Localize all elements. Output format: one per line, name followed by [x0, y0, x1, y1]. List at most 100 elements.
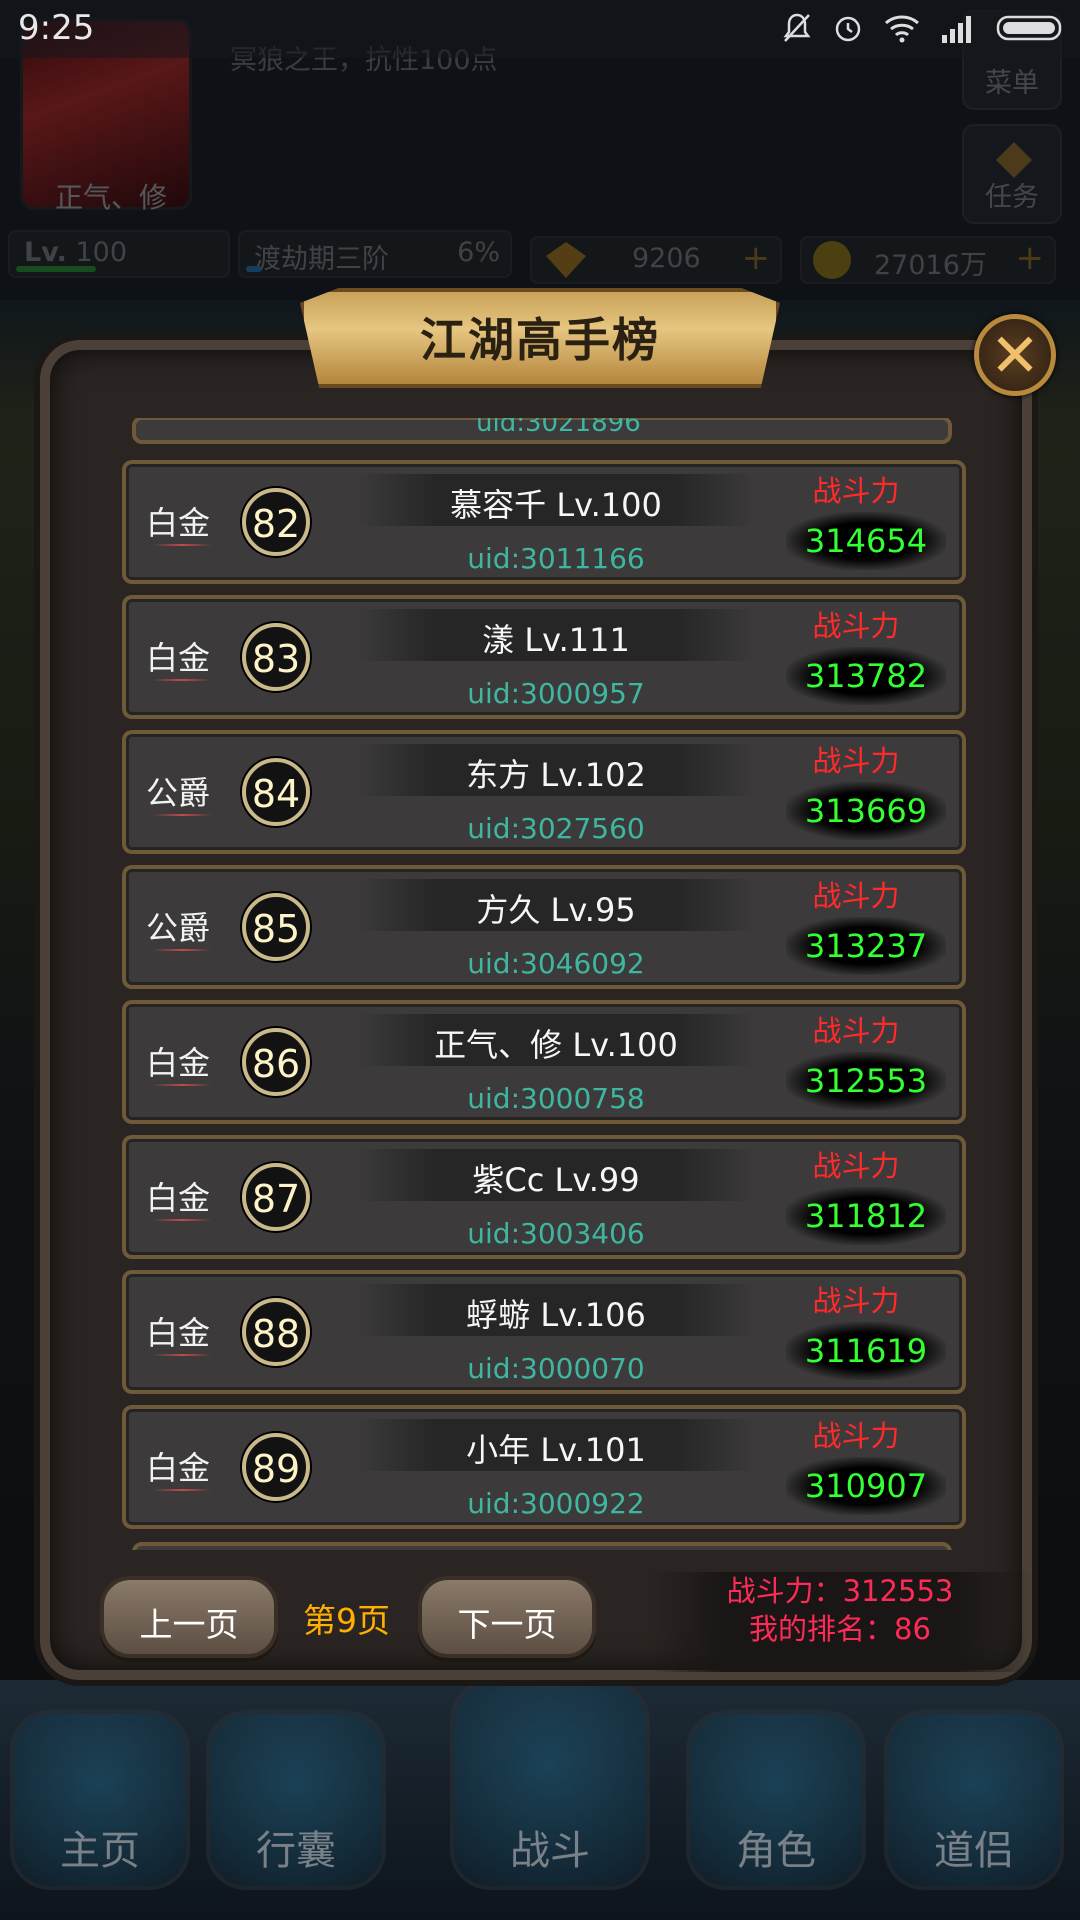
row-power: 312553 — [804, 1062, 928, 1100]
my-stats: 战斗力：312553 我的排名：86 — [650, 1572, 1030, 1672]
leaderboard-row[interactable]: 白金 88 蜉蝣 Lv.106 uid:3000070 战斗力 311619 — [122, 1270, 966, 1394]
bottom-nav: 主页 行囊 战斗 角色 道侣 — [0, 1680, 1080, 1920]
power-box: 310907 — [786, 1457, 946, 1515]
row-power: 311812 — [804, 1197, 928, 1235]
rank-badge: 88 — [242, 1298, 310, 1366]
power-box: 311812 — [786, 1187, 946, 1245]
nav-home[interactable]: 主页 — [10, 1710, 190, 1890]
partial-row-bottom — [132, 1542, 952, 1550]
wifi-icon — [884, 13, 920, 47]
row-tier: 公爵 — [146, 774, 211, 812]
power-label: 战斗力 — [812, 1419, 900, 1453]
row-tier: 白金 — [146, 1314, 211, 1352]
row-rank: 83 — [251, 637, 301, 681]
row-power: 310907 — [804, 1467, 928, 1505]
row-tier: 白金 — [146, 1179, 211, 1217]
leaderboard-row[interactable]: 公爵 84 东方 Lv.102 uid:3027560 战斗力 313669 — [122, 730, 966, 854]
row-name: 漾 Lv.111 — [482, 621, 630, 659]
leaderboard-list[interactable]: uid:3021896 白金 82 慕容千 Lv.100 uid:3011166 战斗力… — [120, 418, 968, 1550]
name-box: 正气、修 Lv.100 — [356, 1014, 756, 1066]
row-power: 311619 — [804, 1332, 928, 1370]
leaderboard-row[interactable]: 白金 82 慕容千 Lv.100 uid:3011166 战斗力 314654 — [122, 460, 966, 584]
name-box: 方久 Lv.95 — [356, 879, 756, 931]
my-rank: 我的排名：86 — [749, 1612, 931, 1646]
leaderboard-row[interactable]: 白金 89 小年 Lv.101 uid:3000922 战斗力 310907 — [122, 1405, 966, 1529]
row-uid: uid:3027560 — [467, 812, 645, 845]
partial-row-uid: uid:3021896 — [476, 418, 641, 438]
name-box: 漾 Lv.111 — [356, 609, 756, 661]
status-icons — [782, 12, 1066, 48]
row-name: 正气、修 Lv.100 — [434, 1026, 678, 1064]
close-button[interactable]: ✕ — [974, 314, 1056, 396]
power-box: 311619 — [786, 1322, 946, 1380]
rank-badge: 87 — [242, 1163, 310, 1231]
row-rank: 88 — [251, 1312, 301, 1356]
row-name: 慕容千 Lv.100 — [450, 486, 662, 524]
row-name: 小年 Lv.101 — [466, 1431, 646, 1469]
leaderboard-title: 江湖高手榜 — [420, 313, 660, 367]
power-box: 313669 — [786, 782, 946, 840]
power-label: 战斗力 — [812, 1149, 900, 1183]
row-name: 东方 Lv.102 — [466, 756, 646, 794]
row-rank: 85 — [251, 907, 301, 951]
row-name: 方久 Lv.95 — [476, 891, 636, 929]
power-box: 314654 — [786, 512, 946, 570]
name-box: 小年 Lv.101 — [356, 1419, 756, 1471]
alarm-icon — [832, 12, 864, 48]
tier-underline — [152, 1489, 212, 1491]
row-tier: 公爵 — [146, 909, 211, 947]
power-box: 313237 — [786, 917, 946, 975]
rank-badge: 89 — [242, 1433, 310, 1501]
row-tier: 白金 — [146, 1449, 211, 1487]
tier-underline — [152, 814, 212, 816]
name-box: 慕容千 Lv.100 — [356, 474, 756, 526]
row-rank: 82 — [251, 502, 301, 546]
status-bar: 9:25 — [0, 0, 1080, 58]
row-power: 313669 — [804, 792, 928, 830]
power-label: 战斗力 — [812, 1014, 900, 1048]
row-tier: 白金 — [146, 1044, 211, 1082]
leaderboard-row[interactable]: 白金 86 正气、修 Lv.100 uid:3000758 战斗力 312553 — [122, 1000, 966, 1124]
row-uid: uid:3011166 — [467, 542, 645, 575]
leaderboard-row[interactable]: 白金 87 紫Cc Lv.99 uid:3003406 战斗力 311812 — [122, 1135, 966, 1259]
row-uid: uid:3046092 — [467, 947, 645, 980]
nav-home-label: 主页 — [60, 1828, 140, 1874]
game-screen: 正气、修 冥狼之王，抗性100点 菜单 任务 Lv. 100 渡劫期三阶 6% … — [0, 0, 1080, 1920]
name-box: 东方 Lv.102 — [356, 744, 756, 796]
row-uid: uid:3000758 — [467, 1082, 645, 1115]
row-uid: uid:3000070 — [467, 1352, 645, 1385]
battery-icon — [996, 13, 1066, 47]
nav-role[interactable]: 角色 — [686, 1710, 866, 1890]
partial-row-top: uid:3021896 — [132, 418, 952, 444]
prev-page-button[interactable]: 上一页 — [100, 1576, 278, 1658]
name-box: 紫Cc Lv.99 — [356, 1149, 756, 1201]
tier-underline — [152, 1354, 212, 1356]
row-tier: 白金 — [146, 504, 211, 542]
row-tier: 白金 — [146, 639, 211, 677]
nav-companion-label: 道侣 — [934, 1828, 1014, 1874]
next-page-label: 下一页 — [457, 1605, 557, 1644]
leaderboard-row[interactable]: 白金 83 漾 Lv.111 uid:3000957 战斗力 313782 — [122, 595, 966, 719]
name-box: 蜉蝣 Lv.106 — [356, 1284, 756, 1336]
row-power: 313237 — [804, 927, 928, 965]
row-uid: uid:3003406 — [467, 1217, 645, 1250]
row-rank: 87 — [251, 1177, 301, 1221]
power-label: 战斗力 — [812, 879, 900, 913]
nav-role-label: 角色 — [736, 1828, 816, 1874]
rank-badge: 83 — [242, 623, 310, 691]
rank-badge: 85 — [242, 893, 310, 961]
power-label: 战斗力 — [812, 609, 900, 643]
page-indicator: 第9页 — [303, 1601, 390, 1640]
nav-battle[interactable]: 战斗 — [450, 1680, 650, 1890]
power-label: 战斗力 — [812, 474, 900, 508]
row-power: 313782 — [804, 657, 928, 695]
leaderboard-row[interactable]: 公爵 85 方久 Lv.95 uid:3046092 战斗力 313237 — [122, 865, 966, 989]
nav-bag[interactable]: 行囊 — [206, 1710, 386, 1890]
rank-badge: 84 — [242, 758, 310, 826]
nav-companion[interactable]: 道侣 — [884, 1710, 1064, 1890]
status-time: 9:25 — [18, 8, 95, 48]
tier-underline — [152, 949, 212, 951]
tier-underline — [152, 544, 212, 546]
nav-bag-label: 行囊 — [256, 1828, 336, 1874]
next-page-button[interactable]: 下一页 — [418, 1576, 596, 1658]
